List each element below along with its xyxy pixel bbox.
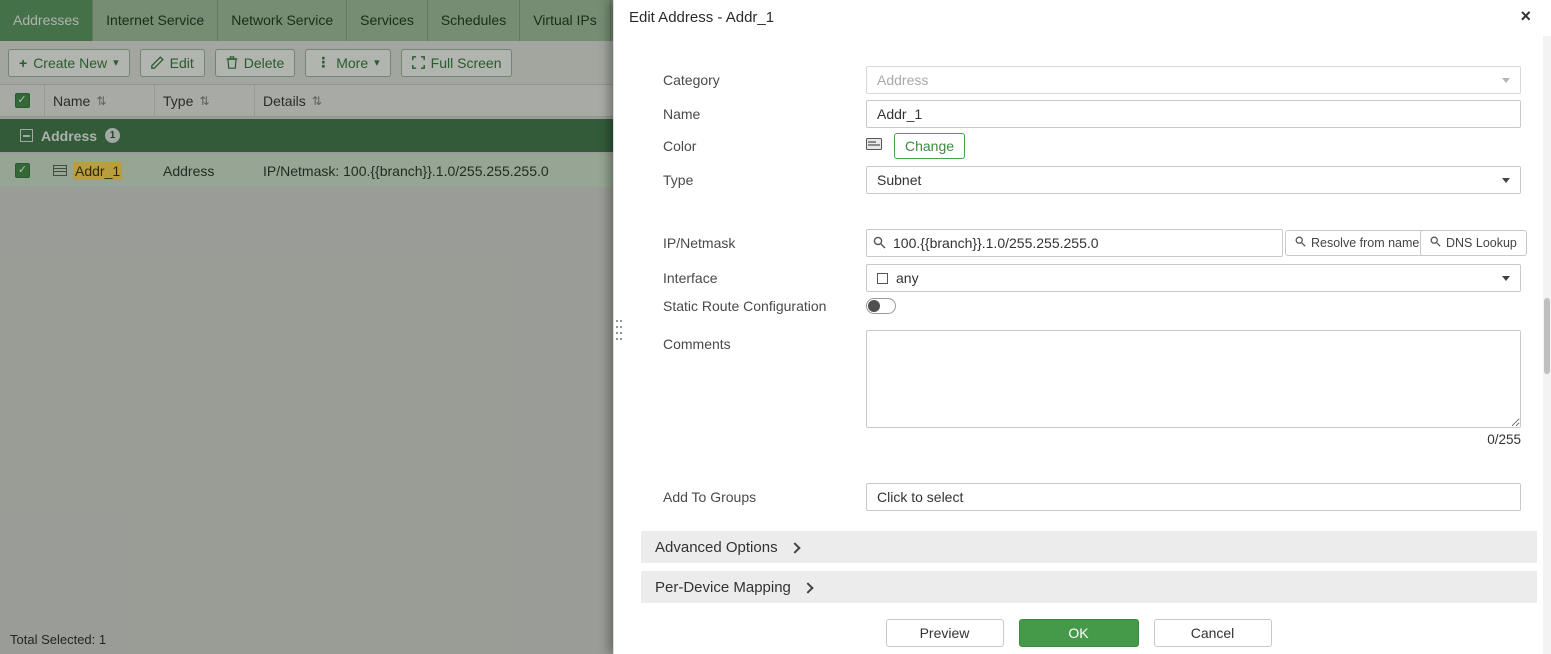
add-to-groups-input[interactable] [866,483,1521,511]
comments-counter: 0/255 [866,432,1521,447]
caret-down-icon [1502,178,1510,183]
category-value: Address [877,72,928,88]
caret-down-icon [1502,78,1510,83]
modal-dim-overlay [0,0,613,654]
dialog-title: Edit Address - Addr_1 [629,9,774,26]
dialog-footer: Preview OK Cancel [614,612,1543,654]
color-swatch-icon[interactable] [866,137,882,155]
search-icon [1430,236,1441,250]
advanced-options-section[interactable]: Advanced Options [641,531,1537,563]
per-device-mapping-label: Per-Device Mapping [655,579,791,596]
resolve-from-name-button[interactable]: Resolve from name [1285,230,1429,256]
caret-down-icon [1502,276,1510,281]
ip-netmask-field [866,229,1283,257]
interface-icon [877,273,888,284]
search-icon [873,236,886,254]
interface-value: any [896,270,919,286]
preview-button[interactable]: Preview [886,619,1004,647]
interface-select[interactable]: any [866,264,1521,292]
addresses-page: Addresses Internet Service Network Servi… [0,0,613,654]
chevron-right-icon [802,582,813,593]
screen: Addresses Internet Service Network Servi… [0,0,1551,654]
name-input[interactable] [866,100,1521,128]
comments-label: Comments [663,330,731,358]
type-select[interactable]: Subnet [866,166,1521,194]
chevron-right-icon [789,542,800,553]
dns-lookup-label: DNS Lookup [1446,236,1517,250]
dns-lookup-button[interactable]: DNS Lookup [1420,230,1527,256]
name-label: Name [663,100,700,128]
static-route-label: Static Route Configuration [663,292,826,320]
static-route-toggle[interactable] [866,298,896,314]
per-device-mapping-section[interactable]: Per-Device Mapping [641,571,1537,603]
edit-address-dialog: Edit Address - Addr_1 × Category Address… [613,0,1551,654]
color-label: Color [663,132,696,160]
change-color-button[interactable]: Change [894,133,965,159]
resolve-from-name-label: Resolve from name [1311,236,1419,250]
close-icon[interactable]: × [1520,5,1531,28]
resize-grip[interactable] [615,318,623,349]
toggle-knob [868,300,880,312]
type-label: Type [663,166,693,194]
interface-label: Interface [663,264,717,292]
advanced-options-label: Advanced Options [655,539,778,556]
category-select[interactable]: Address [866,66,1521,94]
color-field: Change [866,133,965,159]
type-value: Subnet [877,172,921,188]
comments-textarea[interactable] [866,330,1521,428]
category-label: Category [663,66,720,94]
scrollbar-thumb[interactable] [1544,298,1550,374]
cancel-button[interactable]: Cancel [1154,619,1272,647]
ok-button[interactable]: OK [1019,619,1139,647]
ip-netmask-input[interactable] [866,229,1283,257]
add-to-groups-label: Add To Groups [663,483,756,511]
ip-netmask-label: IP/Netmask [663,229,735,257]
search-icon [1295,236,1306,250]
